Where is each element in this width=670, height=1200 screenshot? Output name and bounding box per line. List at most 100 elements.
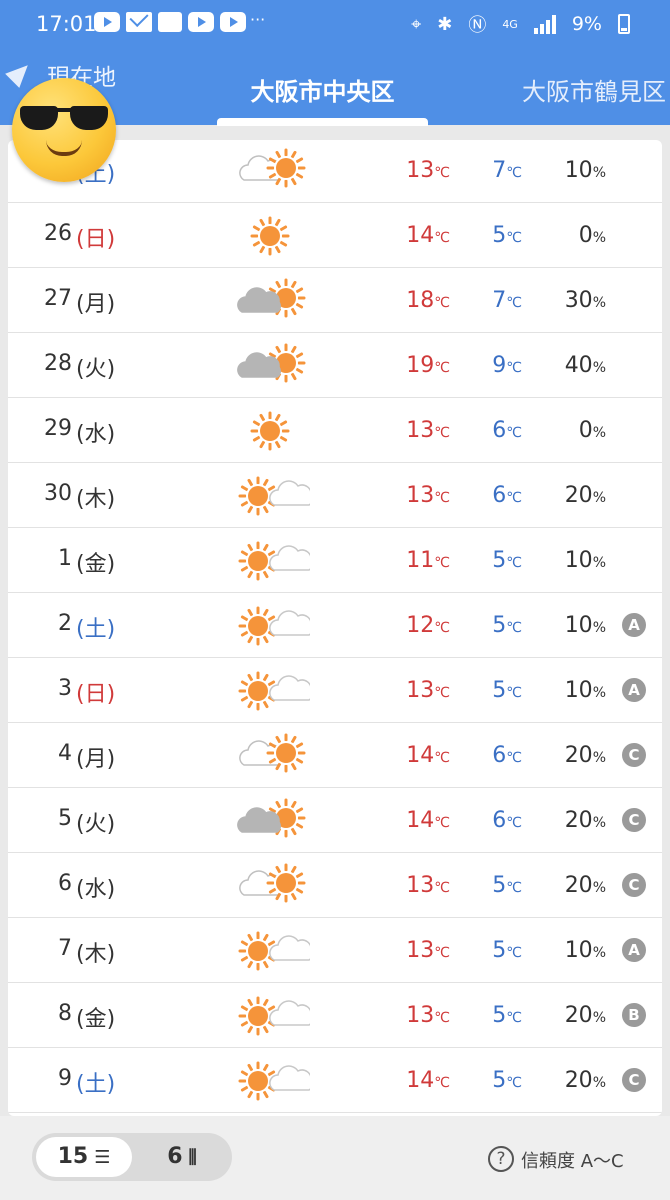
forecast-row[interactable]: 7 (木) 13℃ 5℃ 10% A — [8, 918, 662, 983]
max-temp: 13℃ — [406, 483, 450, 508]
forecast-row[interactable]: 28 (火) 19℃ 9℃ 40% — [8, 333, 662, 398]
min-temp: 5℃ — [492, 938, 522, 963]
day-of-week: (土) — [76, 1072, 116, 1097]
day-number: 9 — [58, 1066, 72, 1091]
day-of-week: (月) — [76, 747, 116, 772]
forecast-row[interactable]: 3 (日) 13℃ 5℃ 10% A — [8, 658, 662, 723]
reliability-badge: B — [622, 1003, 646, 1027]
precip-chance: 0% — [578, 418, 606, 443]
forecast-row[interactable]: 1 (金) 11℃ 5℃ 10% — [8, 528, 662, 593]
day-number: 26 — [44, 221, 72, 246]
max-temp: 13℃ — [406, 418, 450, 443]
forecast-row[interactable]: 9 (土) 14℃ 5℃ 20% C — [8, 1048, 662, 1113]
forecast-row[interactable]: 8 (金) 13℃ 5℃ 20% B — [8, 983, 662, 1048]
day-of-week: (水) — [76, 422, 116, 447]
reliability-badge: C — [622, 1068, 646, 1092]
system-icons: ⌖ ✱ Ⓝ 4G 9% — [411, 11, 630, 37]
precip-chance: 10% — [564, 938, 606, 963]
day-number: 2 — [58, 611, 72, 636]
day-number: 1 — [58, 546, 72, 571]
day-of-week: (日) — [76, 682, 116, 707]
sun-cloud-icon — [230, 471, 314, 521]
min-temp: 6℃ — [492, 743, 522, 768]
bluetooth-icon: ✱ — [437, 13, 453, 35]
min-temp: 6℃ — [492, 418, 522, 443]
reliability-badge: C — [622, 873, 646, 897]
max-temp: 14℃ — [406, 1068, 450, 1093]
min-temp: 5℃ — [492, 678, 522, 703]
forecast-row[interactable]: 2 (土) 12℃ 5℃ 10% A — [8, 593, 662, 658]
max-temp: 14℃ — [406, 808, 450, 833]
max-temp: 19℃ — [406, 353, 450, 378]
forecast-row[interactable]: 5 (火) 14℃ 6℃ 20% C — [8, 788, 662, 853]
reliability-label[interactable]: 信頼度 A〜C — [521, 1147, 624, 1173]
precip-chance: 20% — [564, 808, 606, 833]
cloud-sun-dark-icon — [230, 341, 310, 391]
precip-chance: 30% — [564, 288, 606, 313]
day-number: 6 — [58, 871, 72, 896]
sun-cloud-icon — [230, 536, 314, 586]
day-number: 30 — [44, 481, 72, 506]
day-of-week: (水) — [76, 877, 116, 902]
day-of-week: (金) — [76, 1007, 116, 1032]
min-temp: 5℃ — [492, 548, 522, 573]
status-time: 17:01 — [36, 12, 97, 36]
max-temp: 13℃ — [406, 678, 450, 703]
max-temp: 18℃ — [406, 288, 450, 313]
forecast-row[interactable]: 4 (月) 14℃ 6℃ 20% C — [8, 723, 662, 788]
min-temp: 5℃ — [492, 1068, 522, 1093]
sun-cloud-icon — [230, 1056, 314, 1106]
precip-chance: 0% — [578, 223, 606, 248]
bottom-bar: 15 ☰ 6 ⫼ ? 信頼度 A〜C — [0, 1116, 670, 1200]
cloud-sun-icon — [230, 146, 310, 196]
min-temp: 6℃ — [492, 808, 522, 833]
day-of-week: (火) — [76, 357, 116, 382]
day-number: 7 — [58, 936, 72, 961]
max-temp: 14℃ — [406, 223, 450, 248]
toggle-6-hours[interactable]: 6 ⫼ — [136, 1137, 228, 1177]
youtube-icon — [94, 12, 120, 32]
day-number: 8 — [58, 1001, 72, 1026]
day-of-week: (月) — [76, 292, 116, 317]
precip-chance: 40% — [564, 353, 606, 378]
forecast-row[interactable]: 29 (水) 13℃ 6℃ 0% — [8, 398, 662, 463]
nfc-icon: Ⓝ — [468, 15, 487, 36]
min-temp: 5℃ — [492, 873, 522, 898]
status-bar: 17:01 ··· ⌖ ✱ Ⓝ 4G 9% — [0, 0, 670, 46]
min-temp: 6℃ — [492, 483, 522, 508]
youtube-icon — [220, 12, 246, 32]
battery-percent: 9% — [571, 13, 602, 35]
toggle-15-days[interactable]: 15 ☰ — [36, 1137, 132, 1177]
max-temp: 13℃ — [406, 873, 450, 898]
day-number: 28 — [44, 351, 72, 376]
forecast-row[interactable]: 27 (月) 18℃ 7℃ 30% — [8, 268, 662, 333]
day-number: 5 — [58, 806, 72, 831]
cloud-sun-icon — [230, 861, 310, 911]
forecast-row[interactable]: 6 (水) 13℃ 5℃ 20% C — [8, 853, 662, 918]
max-temp: 12℃ — [406, 613, 450, 638]
help-icon[interactable]: ? — [488, 1146, 514, 1172]
reliability-badge: C — [622, 743, 646, 767]
min-temp: 9℃ — [492, 353, 522, 378]
min-temp: 5℃ — [492, 613, 522, 638]
sun-icon — [230, 406, 310, 456]
forecast-list[interactable]: 25(土)13℃7℃10%26(日)14℃5℃0%27(月)18℃7℃30%28… — [8, 140, 662, 1116]
sun-cloud-icon — [230, 926, 314, 976]
sun-cloud-icon — [230, 601, 314, 651]
precip-chance: 20% — [564, 1068, 606, 1093]
range-toggle[interactable]: 15 ☰ 6 ⫼ — [32, 1133, 232, 1181]
day-number: 4 — [58, 741, 72, 766]
location-arrow-icon — [5, 58, 35, 88]
precip-chance: 10% — [564, 678, 606, 703]
sun-icon — [230, 211, 310, 261]
precip-chance: 10% — [564, 613, 606, 638]
forecast-row[interactable]: 26 (日) 14℃ 5℃ 0% — [8, 203, 662, 268]
forecast-row[interactable]: 30 (木) 13℃ 6℃ 20% — [8, 463, 662, 528]
precip-chance: 10% — [564, 548, 606, 573]
tab-active-area[interactable]: 大阪市中央区 — [217, 72, 428, 107]
tab-indicator — [217, 118, 428, 126]
tab-next-area[interactable]: 大阪市鶴見区 — [522, 72, 666, 107]
cloud-sun-icon — [230, 731, 310, 781]
precip-chance: 20% — [564, 873, 606, 898]
reliability-badge: C — [622, 808, 646, 832]
